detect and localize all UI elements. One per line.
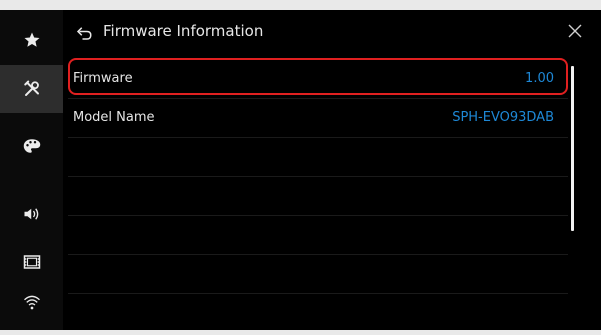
back-arrow-icon[interactable]: [75, 24, 93, 42]
list-item: [68, 177, 568, 216]
list-item: [68, 216, 568, 255]
title-bar: Firmware Information: [63, 10, 601, 56]
selection-highlight: [68, 58, 568, 95]
speaker-icon: [24, 208, 38, 220]
list-item: [68, 138, 568, 177]
scrollbar[interactable]: [571, 66, 574, 231]
sidebar-item-settings[interactable]: [0, 65, 63, 113]
list-item: [68, 255, 568, 294]
sidebar: [0, 10, 63, 330]
top-frame-bar: [0, 0, 601, 10]
sidebar-item-theme[interactable]: [0, 122, 63, 170]
star-icon: [24, 32, 39, 47]
palette-icon: [23, 139, 40, 153]
tools-icon: [23, 80, 39, 96]
model-name-row[interactable]: Model Name SPH-EVO93DAB: [68, 99, 568, 138]
page-title: Firmware Information: [103, 22, 264, 40]
wifi-icon: [23, 295, 40, 310]
model-name-label: Model Name: [73, 110, 155, 125]
sidebar-item-wireless[interactable]: [0, 278, 63, 326]
sidebar-item-audio[interactable]: [0, 190, 63, 238]
close-icon[interactable]: [568, 24, 582, 38]
film-icon: [23, 255, 40, 269]
sidebar-item-favorites[interactable]: [0, 16, 63, 64]
bottom-frame-bar: [0, 330, 601, 335]
model-name-value: SPH-EVO93DAB: [452, 110, 554, 125]
